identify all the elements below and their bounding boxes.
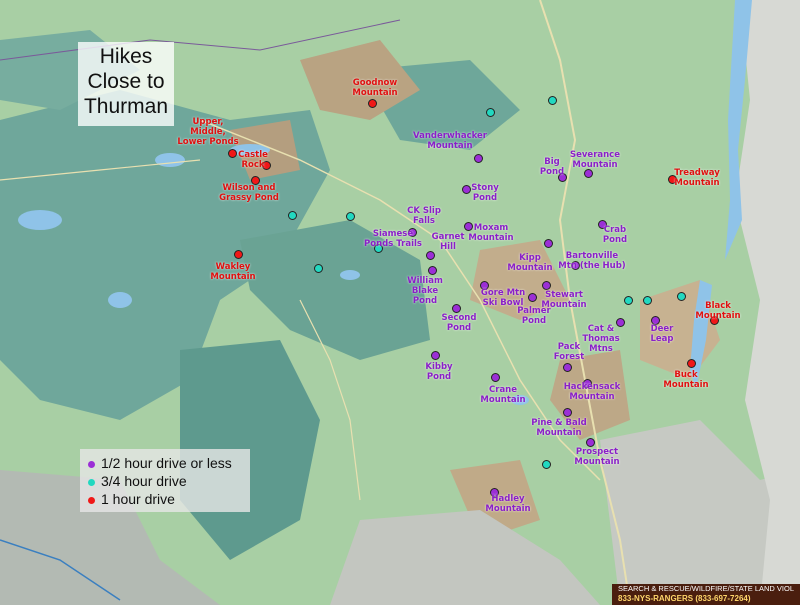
kibby-pond-label: Kibby Pond [425, 362, 453, 382]
legend-label-three-quarter: 3/4 hour drive [101, 473, 187, 489]
william-blake-marker[interactable] [428, 266, 437, 275]
second-pond-label: Second Pond [441, 313, 477, 333]
map-canvas[interactable]: Hikes Close to Thurman Goodnow Mountain … [0, 0, 800, 605]
william-blake-label: William Blake Pond [407, 276, 443, 306]
crab-pond-label: Crab Pond [602, 225, 628, 245]
goodnow-label: Goodnow Mountain [352, 78, 398, 98]
teal-marker-1[interactable] [346, 212, 355, 221]
siamese-ponds-label: Siamese Ponds Trails [364, 229, 422, 249]
upper-middle-lower-ponds-label: Upper, Middle, Lower Ponds [177, 117, 239, 147]
kipp-label: Kipp Mountain [507, 253, 553, 273]
three-quarter-west-marker[interactable] [624, 296, 633, 305]
pack-forest-label: Pack Forest [553, 342, 585, 362]
legend-item-half-hour: 1/2 hour drive or less [88, 455, 232, 471]
purple-dot-icon [88, 460, 95, 468]
kibby-pond-marker[interactable] [431, 351, 440, 360]
crane-label: Crane Mountain [480, 385, 526, 405]
prospect-label: Prospect Mountain [574, 447, 620, 467]
teal-dot-icon [88, 478, 95, 486]
moxam-label: Moxam Mountain [468, 223, 514, 243]
cat-thomas-label: Cat & Thomas Mtns [582, 324, 620, 354]
teal-marker-2[interactable] [288, 211, 297, 220]
teal-marker-6[interactable] [542, 460, 551, 469]
palmer-pond-marker[interactable] [528, 293, 537, 302]
three-quarter-east-marker[interactable] [677, 292, 686, 301]
garnet-hill-marker[interactable] [426, 251, 435, 260]
legend-item-one-hour: 1 hour drive [88, 491, 175, 507]
black-mountain-label: Black Mountain [695, 301, 741, 321]
teal-marker-3[interactable] [314, 264, 323, 273]
castle-rock-label: Castle Rock [238, 150, 268, 170]
crane-marker[interactable] [491, 373, 500, 382]
deer-leap-label: Deer Leap [650, 324, 674, 344]
wakley-marker[interactable] [234, 250, 243, 259]
teal-marker-4[interactable] [486, 108, 495, 117]
legend-label-one-hour: 1 hour drive [101, 491, 175, 507]
wakley-label: Wakley Mountain [210, 262, 256, 282]
garnet-hill-label: Garnet Hill [431, 232, 465, 252]
vanderwhacker-marker[interactable] [474, 154, 483, 163]
vanderwhacker-label: Vanderwhacker Mountain [412, 131, 488, 151]
prospect-marker[interactable] [586, 438, 595, 447]
teal-marker-5[interactable] [548, 96, 557, 105]
title-line-3: Thurman [83, 95, 169, 118]
big-pond-label: Big Pond [539, 157, 565, 177]
second-pond-marker[interactable] [452, 304, 461, 313]
rangers-banner: SEARCH & RESCUE/WILDFIRE/STATE LAND VIOL… [612, 584, 800, 605]
gore-ski-bowl-label: Gore Mtn Ski Bowl [480, 288, 526, 308]
legend-label-half-hour: 1/2 hour drive or less [101, 455, 232, 471]
kipp-marker[interactable] [544, 239, 553, 248]
stony-pond-marker[interactable] [462, 185, 471, 194]
buck-mountain-label: Buck Mountain [663, 370, 709, 390]
red-dot-icon [88, 496, 95, 504]
severance-marker[interactable] [584, 169, 593, 178]
legend-item-three-quarter: 3/4 hour drive [88, 473, 187, 489]
legend: 1/2 hour drive or less 3/4 hour drive 1 … [80, 449, 250, 512]
rangers-banner-phone: 833-NYS-RANGERS (833-697-7264) [618, 594, 751, 603]
hadley-label: Hadley Mountain [485, 494, 531, 514]
severance-label: Severance Mountain [570, 150, 620, 170]
upper-middle-lower-ponds-marker[interactable] [228, 149, 237, 158]
ck-slip-falls-label: CK Slip Falls [407, 206, 441, 226]
goodnow-marker[interactable] [368, 99, 377, 108]
stony-pond-label: Stony Pond [471, 183, 499, 203]
pack-forest-marker[interactable] [563, 363, 572, 372]
map-title: Hikes Close to Thurman [78, 42, 174, 126]
hackensack-label: Hackensack Mountain [563, 382, 621, 402]
title-line-2: Close to [87, 70, 165, 93]
pine-bald-label: Pine & Bald Mountain [531, 418, 587, 438]
stewart-marker[interactable] [542, 281, 551, 290]
treadway-label: Treadway Mountain [674, 168, 720, 188]
wilson-grassy-label: Wilson and Grassy Pond [219, 183, 279, 203]
buck-mountain-marker[interactable] [687, 359, 696, 368]
pine-bald-marker[interactable] [563, 408, 572, 417]
three-quarter-lake-marker[interactable] [643, 296, 652, 305]
title-line-1: Hikes [99, 45, 153, 68]
palmer-pond-label: Palmer Pond [517, 306, 551, 326]
rangers-banner-line1: SEARCH & RESCUE/WILDFIRE/STATE LAND VIOL [618, 584, 795, 593]
bartonville-label: Bartonville Mtn (the Hub) [558, 251, 626, 271]
